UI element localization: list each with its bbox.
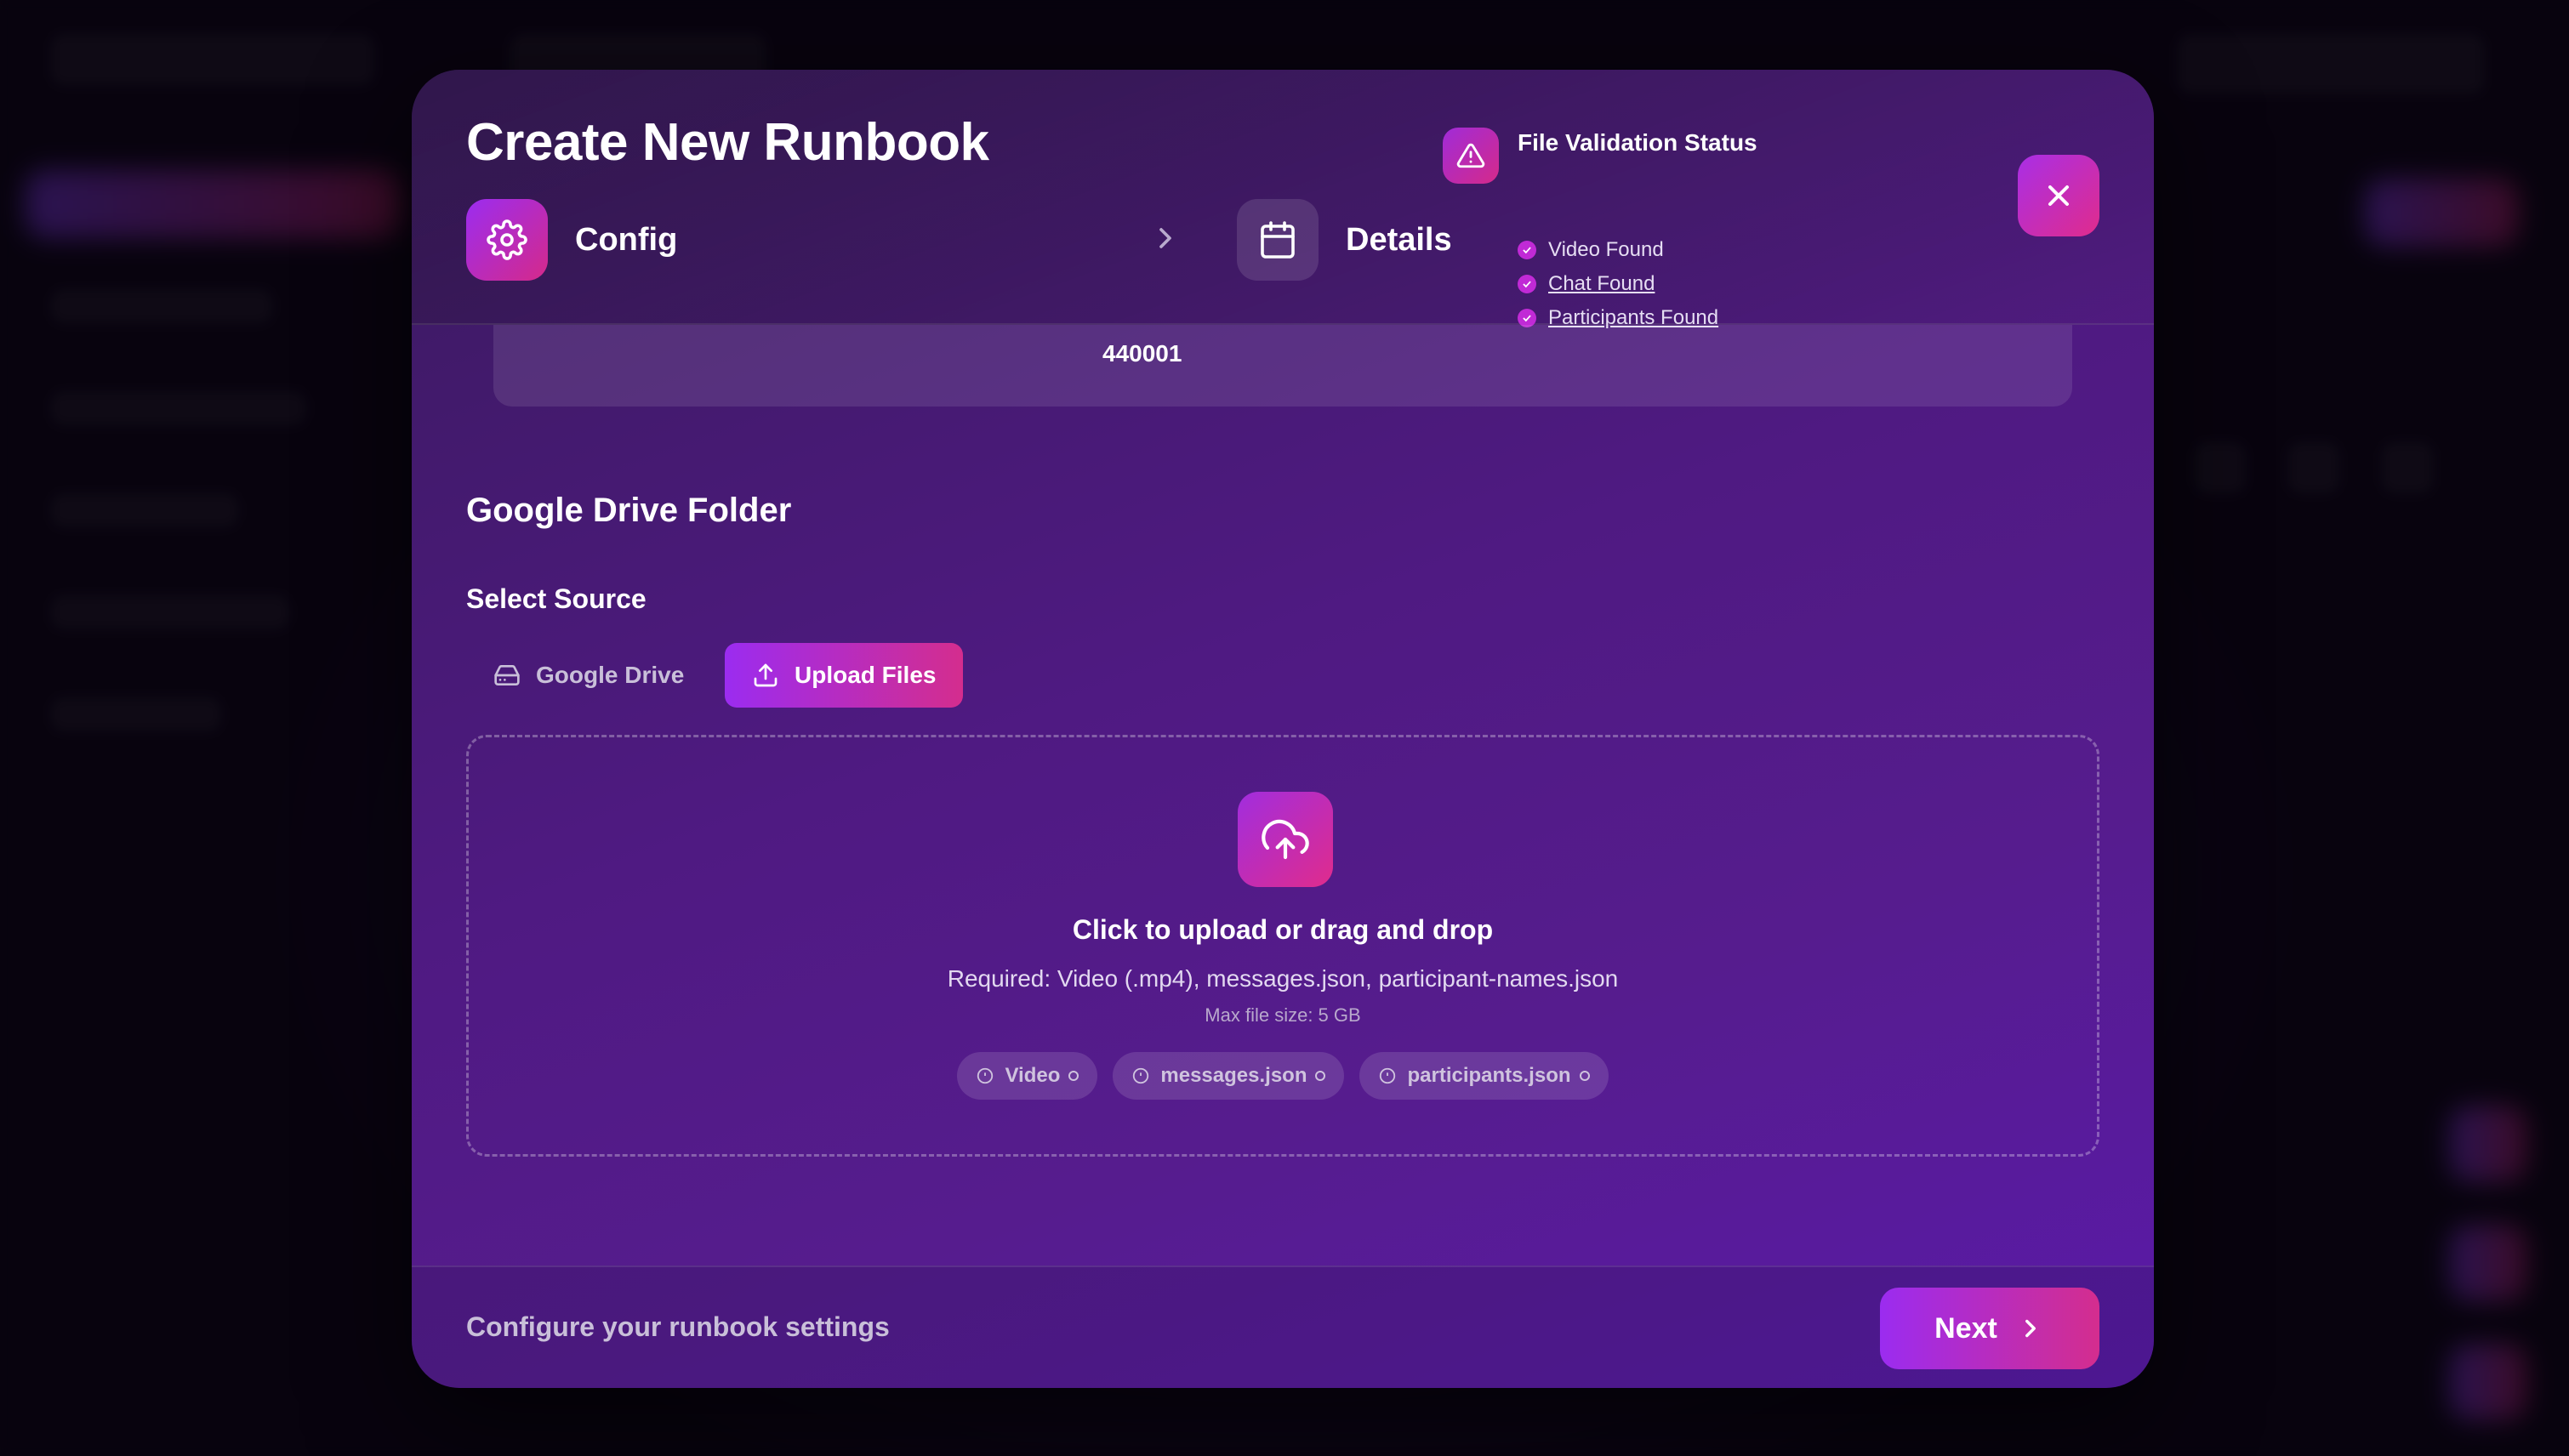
dropzone-required: Required: Video (.mp4), messages.json, p…	[947, 965, 1619, 992]
close-button[interactable]	[2018, 155, 2099, 236]
step-config-label: Config	[575, 221, 678, 258]
upload-icon	[754, 663, 778, 687]
info-card: 440001	[493, 325, 2072, 407]
step-details-label: Details	[1346, 221, 1452, 258]
drive-icon	[494, 665, 520, 685]
modal-body[interactable]: 440001 Google Drive Folder Select Source…	[412, 325, 2154, 1335]
info-value: 440001	[1102, 340, 1182, 367]
dropzone-max-size: Max file size: 5 GB	[1205, 1004, 1361, 1026]
warning-icon	[1443, 128, 1499, 184]
next-button[interactable]: Next	[1880, 1288, 2099, 1369]
tab-upload-files[interactable]: Upload Files	[725, 643, 964, 708]
chip-messages: messages.json	[1113, 1052, 1345, 1100]
status-ring-icon	[1315, 1071, 1326, 1081]
status-ring-icon	[1579, 1071, 1590, 1081]
modal-footer: Configure your runbook settings Next	[412, 1265, 2154, 1388]
gear-icon	[466, 199, 548, 281]
info-icon	[977, 1067, 994, 1084]
close-icon	[2048, 185, 2069, 206]
calendar-icon	[1237, 199, 1319, 281]
validation-item-video: Video Found	[1518, 238, 1664, 262]
step-details[interactable]: Details	[1237, 199, 1452, 281]
tab-google-drive[interactable]: Google Drive	[466, 643, 711, 708]
create-runbook-modal: Create New Runbook Config Details File V…	[412, 70, 2154, 1388]
chevron-right-icon	[1148, 221, 1182, 259]
cloud-upload-icon	[1238, 792, 1333, 887]
dropzone-title: Click to upload or drag and drop	[1072, 914, 1494, 945]
info-icon	[1380, 1067, 1396, 1084]
status-ring-icon	[1068, 1071, 1079, 1081]
upload-dropzone[interactable]: Click to upload or drag and drop Require…	[466, 735, 2099, 1157]
required-files-chips: Video messages.json participants.json	[469, 1052, 2097, 1100]
select-source-label: Select Source	[466, 583, 647, 614]
step-config[interactable]: Config	[466, 199, 677, 281]
validation-title: File Validation Status	[1518, 129, 1757, 156]
chip-video: Video	[957, 1052, 1098, 1100]
chevron-right-icon	[2025, 1319, 2036, 1338]
section-title: Google Drive Folder	[466, 492, 792, 529]
footer-text: Configure your runbook settings	[466, 1311, 890, 1342]
modal-header: Create New Runbook Config Details File V…	[412, 70, 2154, 329]
modal-title: Create New Runbook	[466, 113, 989, 172]
check-circle-icon	[1518, 275, 1536, 293]
validation-item-chat[interactable]: Chat Found	[1518, 272, 1655, 296]
check-circle-icon	[1518, 241, 1536, 259]
info-icon	[1133, 1067, 1149, 1084]
chip-participants: participants.json	[1359, 1052, 1609, 1100]
